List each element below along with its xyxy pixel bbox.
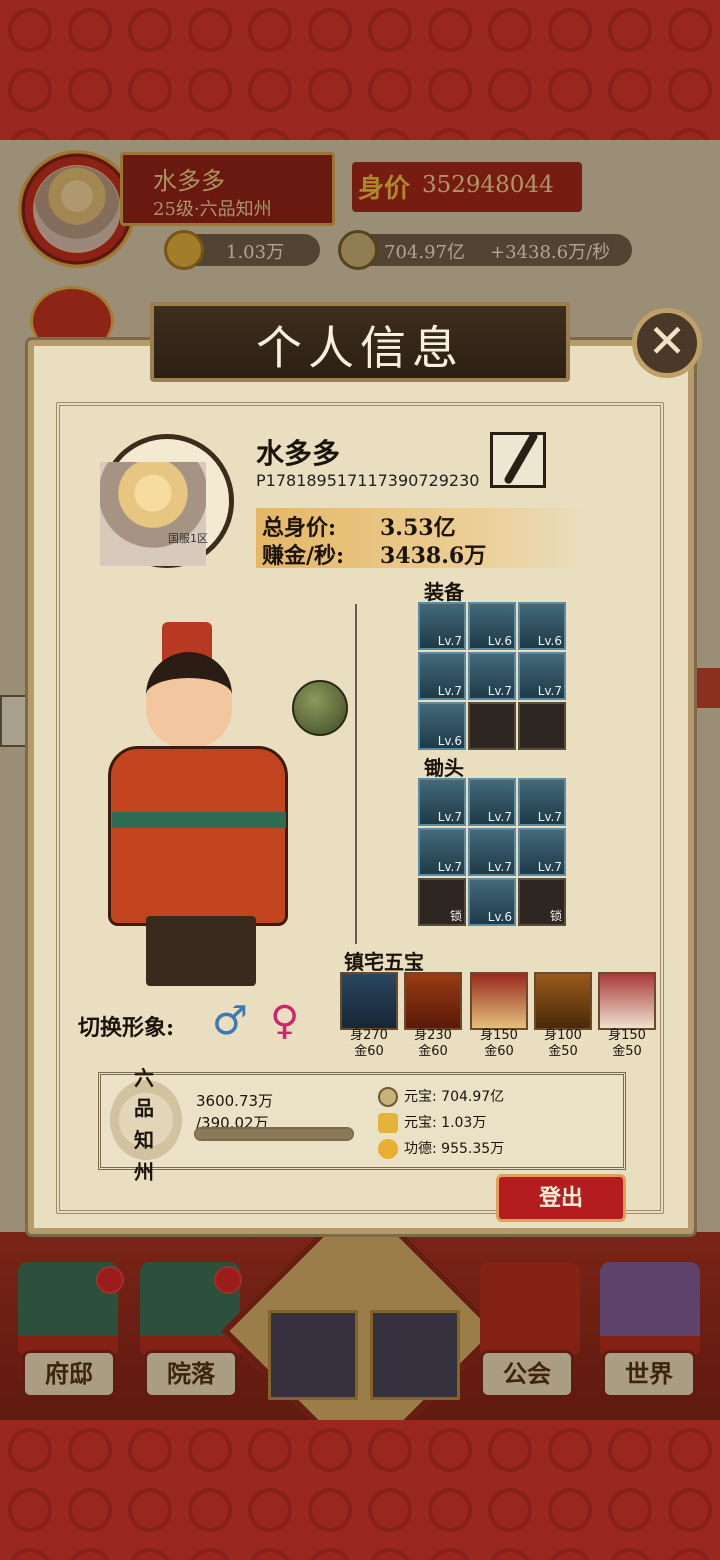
earn-value: 3438.6万	[380, 543, 487, 569]
slot-level-label: Lv.7	[437, 684, 462, 698]
treasure-stat: 身100 金50	[544, 1028, 582, 1059]
profile-avatar[interactable]	[100, 462, 206, 566]
equipment-slot[interactable]: Lv.6	[518, 602, 566, 650]
server-tag: 国服1区	[168, 532, 208, 545]
treasure-stat: 身150 金60	[480, 1028, 518, 1059]
rank-progress-bar	[194, 1127, 354, 1141]
slot-level-label: Lv.6	[487, 634, 512, 648]
treasure-slot[interactable]	[470, 972, 528, 1030]
logout-button[interactable]: 登出	[496, 1174, 626, 1222]
treasure-stat: 身230 金60	[414, 1028, 452, 1059]
character-belt	[112, 812, 286, 828]
hoe-slot[interactable]: Lv.7	[518, 828, 566, 876]
edit-name-button[interactable]	[490, 430, 546, 488]
close-button[interactable]: ✕	[632, 308, 702, 378]
character-legs	[146, 916, 256, 986]
yuanbao-coin-row: 元宝: 704.97亿	[378, 1086, 504, 1107]
hoe-slot[interactable]: Lv.7	[418, 778, 466, 826]
character-figure	[62, 616, 348, 996]
slot-level-label: Lv.7	[537, 810, 562, 824]
slot-level-label: Lv.7	[437, 860, 462, 874]
hoe-slot[interactable]: Lv.7	[468, 828, 516, 876]
slot-level-label: Lv.7	[487, 860, 512, 874]
dialog-title: 个人信息	[256, 321, 464, 375]
brush-icon	[503, 430, 539, 486]
equipment-slot[interactable]: Lv.7	[418, 602, 466, 650]
ingot-icon	[378, 1113, 398, 1133]
merit-icon	[378, 1139, 398, 1159]
female-icon[interactable]: ♀	[270, 998, 299, 1044]
equipment-slot[interactable]	[468, 702, 516, 750]
rank-char: 品	[134, 1096, 154, 1120]
hoe-slot[interactable]: 锁	[518, 878, 566, 926]
treasures-title: 镇宅五宝	[344, 950, 424, 974]
slot-level-label: Lv.6	[537, 634, 562, 648]
equipment-slot[interactable]: Lv.7	[518, 652, 566, 700]
hoe-slot[interactable]: Lv.7	[418, 828, 466, 876]
merit-row: 功德: 955.35万	[378, 1138, 504, 1159]
rank-char: 六	[134, 1066, 154, 1090]
treasure-stat: 身150 金50	[608, 1028, 646, 1059]
slot-level-label: Lv.6	[437, 734, 462, 748]
switch-appearance-label: 切换形象:	[78, 1015, 175, 1041]
treasure-slot[interactable]	[598, 972, 656, 1030]
hoe-title: 锄头	[424, 756, 464, 780]
treasure-slot[interactable]	[404, 972, 462, 1030]
hoe-slot[interactable]: 锁	[418, 878, 466, 926]
slot-level-label: Lv.7	[487, 810, 512, 824]
character-head	[146, 652, 232, 748]
yuanbao-ingot-row: 元宝: 1.03万	[378, 1112, 486, 1133]
slot-level-label: Lv.7	[437, 810, 462, 824]
profile-name: 水多多	[256, 437, 341, 470]
bottom-pattern-band	[0, 1420, 720, 1560]
rank-char: 州	[134, 1160, 154, 1184]
logout-label: 登出	[538, 1185, 583, 1211]
treasure-slot[interactable]	[340, 972, 398, 1030]
dialog-title-plate: 个人信息	[150, 302, 570, 382]
equipment-slot[interactable]: Lv.7	[468, 652, 516, 700]
close-icon: ✕	[647, 314, 687, 368]
slot-level-label: Lv.7	[437, 634, 462, 648]
hoe-slot[interactable]: Lv.6	[468, 878, 516, 926]
treasure-stat: 身270 金60	[350, 1028, 388, 1059]
hoe-slot[interactable]: Lv.7	[518, 778, 566, 826]
player-id: P178189517117390729230	[256, 471, 480, 490]
slot-level-label: 锁	[449, 909, 462, 923]
male-icon[interactable]: ♂	[212, 998, 248, 1044]
earn-label: 赚金/秒:	[262, 543, 345, 569]
column-divider	[355, 604, 357, 944]
coin-icon	[378, 1087, 398, 1107]
slot-level-label: Lv.7	[487, 684, 512, 698]
slot-level-label: Lv.6	[487, 910, 512, 924]
equipment-title: 装备	[424, 580, 464, 604]
equipment-slot[interactable]: Lv.6	[418, 702, 466, 750]
treasure-slot[interactable]	[534, 972, 592, 1030]
jade-orb-icon	[292, 680, 348, 736]
equipment-slot[interactable]: Lv.6	[468, 602, 516, 650]
equipment-slot[interactable]	[518, 702, 566, 750]
slot-level-label: 锁	[549, 909, 562, 923]
rank-char: 知	[134, 1128, 154, 1152]
slot-level-label: Lv.7	[537, 860, 562, 874]
character-robe	[108, 746, 288, 926]
top-pattern-band	[0, 0, 720, 140]
rank-progress-fill	[196, 1129, 352, 1139]
slot-level-label: Lv.7	[537, 684, 562, 698]
rank-progress-value: 3600.73万	[196, 1092, 274, 1110]
hoe-slot[interactable]: Lv.7	[468, 778, 516, 826]
equipment-slot[interactable]: Lv.7	[418, 652, 466, 700]
worth-summary: 总身价: 3.53亿 赚金/秒: 3438.6万	[256, 508, 586, 569]
